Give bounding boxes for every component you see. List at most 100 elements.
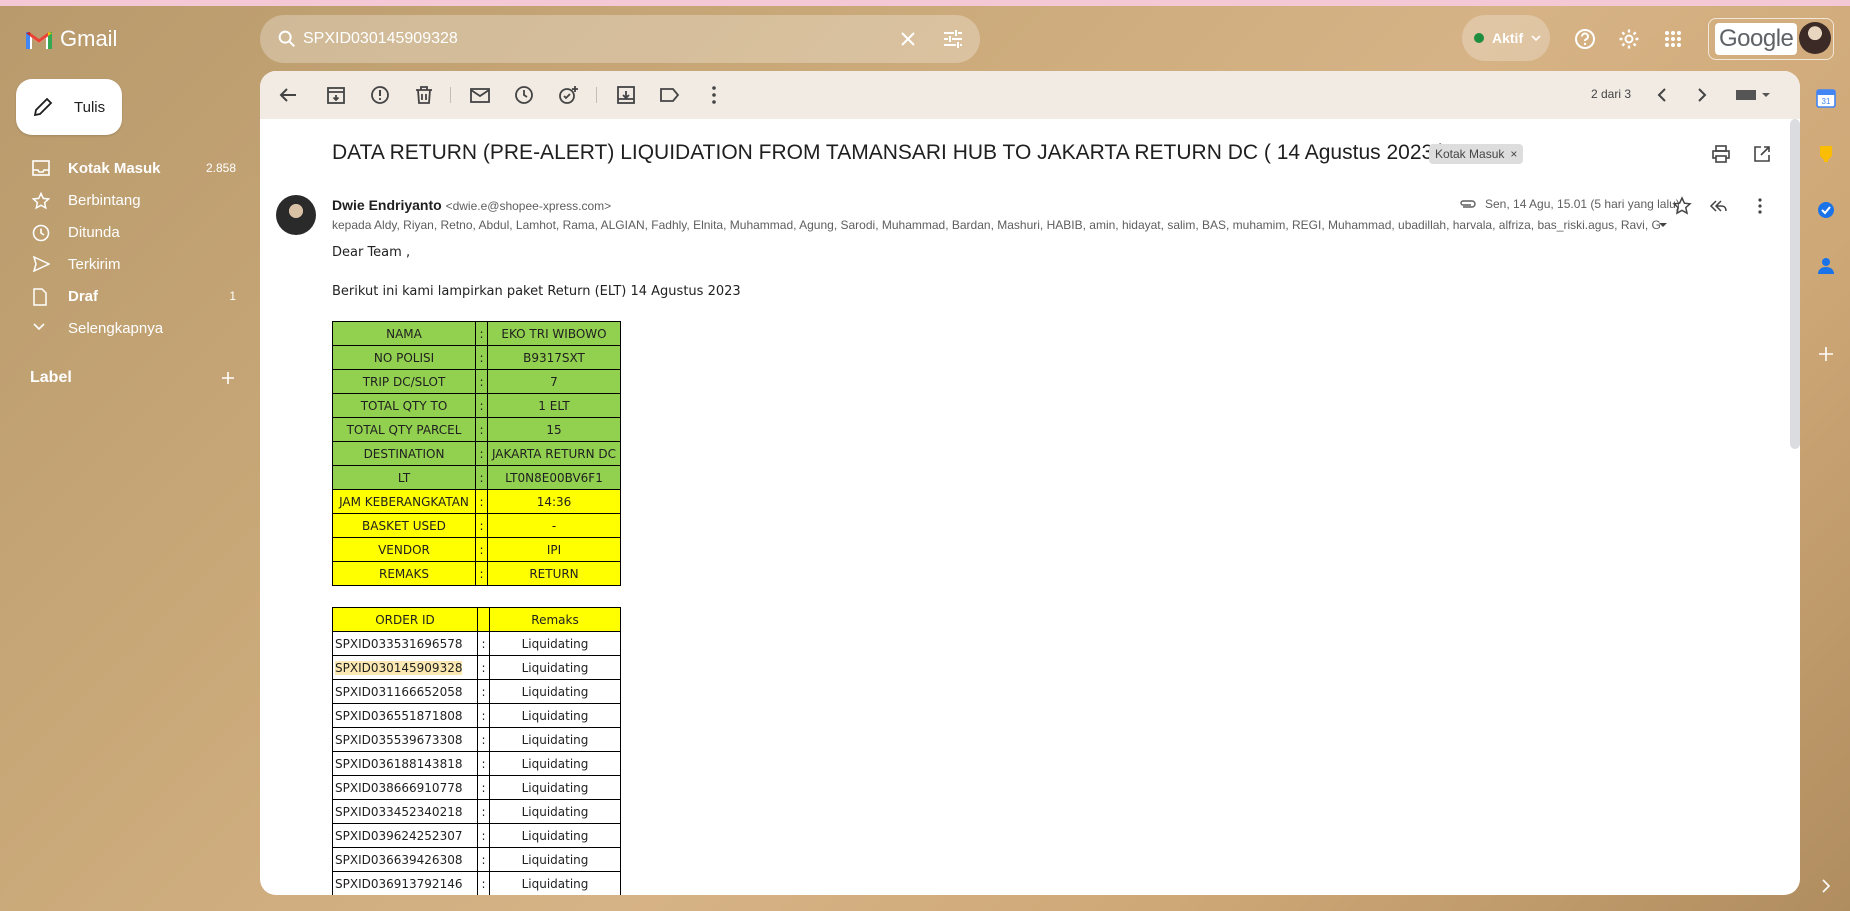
gmail-logo[interactable]: Gmail [26, 26, 117, 52]
move-to-icon[interactable] [614, 83, 638, 107]
info-key: NAMA [332, 321, 476, 346]
sidebar-item-label: Selengkapnya [68, 319, 164, 337]
add-task-icon[interactable] [556, 83, 580, 107]
print-icon[interactable] [1711, 144, 1731, 164]
add-addon-icon[interactable] [1816, 344, 1836, 364]
info-key: BASKET USED [332, 513, 476, 538]
order-id-header: ORDER ID [332, 607, 478, 632]
search-bar[interactable] [260, 15, 980, 63]
gear-icon[interactable] [1618, 28, 1640, 50]
contacts-icon[interactable] [1816, 256, 1836, 276]
chip-remove-icon[interactable]: × [1510, 147, 1517, 161]
avatar[interactable] [1799, 22, 1831, 54]
filter-options-icon[interactable] [942, 29, 964, 49]
show-details-icon[interactable] [1658, 220, 1668, 230]
separator-cell: : [477, 679, 490, 704]
separator-cell: : [475, 465, 488, 490]
calendar-day: 31 [1822, 97, 1831, 106]
more-vert-icon[interactable] [702, 83, 726, 107]
star-icon[interactable] [1672, 196, 1692, 216]
info-value: 15 [487, 417, 621, 442]
status-label: Aktif [1492, 30, 1524, 46]
order-id-text: SPXID038666910778 [335, 780, 463, 795]
info-key: NO POLISI [332, 345, 476, 370]
chevron-right-icon[interactable] [1816, 876, 1836, 896]
sidebar-item-snoozed[interactable]: Ditunda [0, 216, 250, 248]
compose-button[interactable]: Tulis [16, 79, 122, 135]
sender-email: <dwie.e@shopee-xpress.com> [445, 199, 612, 213]
message-panel: 2 dari 3 DATA RETURN (PRE-ALERT) LIQUIDA… [260, 71, 1800, 895]
sidebar-item-starred[interactable]: Berbintang [0, 184, 250, 216]
info-row: JAM KEBERANGKATAN:14:36 [332, 489, 621, 514]
trash-icon[interactable] [412, 83, 436, 107]
order-id-cell: SPXID036913792146 [332, 871, 478, 895]
keep-icon[interactable] [1816, 144, 1836, 164]
separator-cell: : [477, 703, 490, 728]
sidebar-item-more[interactable]: Selengkapnya [0, 312, 250, 344]
recipients-line: kepada Aldy, Riyan, Retno, Abdul, Lamhot… [332, 218, 1661, 232]
sidebar-item-inbox[interactable]: Kotak Masuk 2.858 [0, 152, 250, 184]
info-row: TOTAL QTY PARCEL:15 [332, 417, 621, 442]
info-value: B9317SXT [487, 345, 621, 370]
remarks-cell: Liquidating [489, 775, 621, 800]
calendar-icon[interactable]: 31 [1816, 88, 1836, 108]
back-arrow-icon[interactable] [276, 83, 300, 107]
chevron-left-icon[interactable] [1650, 83, 1674, 107]
archive-icon[interactable] [324, 83, 348, 107]
info-value: - [487, 513, 621, 538]
app-name: Gmail [60, 26, 118, 51]
pagination-label: 2 dari 3 [1591, 87, 1632, 101]
sender-name[interactable]: Dwie Endriyanto [332, 197, 442, 213]
sidebar-item-drafts[interactable]: Draf 1 [0, 280, 250, 312]
table-row: SPXID033452340218: Liquidating [332, 799, 621, 824]
search-icon[interactable] [276, 28, 298, 50]
info-value: JAKARTA RETURN DC [487, 441, 621, 466]
remarks-cell: Liquidating [489, 847, 621, 872]
apps-grid-icon[interactable] [1664, 30, 1682, 48]
order-id-cell: SPXID036639426308 [332, 847, 478, 872]
separator-cell: : [477, 655, 490, 680]
sidebar-item-label: Terkirim [68, 255, 121, 273]
table-row: SPXID030145909328: Liquidating [332, 655, 621, 680]
separator-cell: : [477, 631, 490, 656]
info-value: EKO TRI WIBOWO [487, 321, 621, 346]
table-row: SPXID033531696578: Liquidating [332, 631, 621, 656]
label-icon[interactable] [658, 83, 682, 107]
info-value: LT0N8E00BV6F1 [487, 465, 621, 490]
remarks-cell: Liquidating [489, 703, 621, 728]
info-row: NAMA: EKO TRI WIBOWO [332, 321, 621, 346]
mark-unread-icon[interactable] [468, 83, 492, 107]
sidebar-item-label: Kotak Masuk [68, 159, 161, 177]
help-icon[interactable] [1574, 28, 1596, 50]
info-row: DESTINATION: JAKARTA RETURN DC [332, 441, 621, 466]
order-id-text: SPXID036551871808 [335, 708, 463, 723]
report-spam-icon[interactable] [368, 83, 392, 107]
search-input[interactable] [303, 25, 883, 53]
close-icon[interactable] [898, 29, 918, 49]
more-vert-icon[interactable] [1750, 196, 1770, 216]
tasks-icon[interactable] [1816, 200, 1836, 220]
order-id-cell: SPXID033531696578 [332, 631, 478, 656]
open-new-window-icon[interactable] [1752, 144, 1772, 164]
separator-cell: : [475, 369, 488, 394]
remarks-cell: Liquidating [489, 871, 621, 895]
order-id-cell: SPXID031166652058 [332, 679, 478, 704]
table-row: SPXID035539673308: Liquidating [332, 727, 621, 752]
scrollbar[interactable] [1790, 119, 1800, 449]
table-row: SPXID036639426308: Liquidating [332, 847, 621, 872]
sidebar-item-sent[interactable]: Terkirim [0, 248, 250, 280]
table-row: SPXID031166652058: Liquidating [332, 679, 621, 704]
snooze-clock-icon[interactable] [512, 83, 536, 107]
reply-all-icon[interactable] [1708, 196, 1728, 216]
info-value: 1 ELT [487, 393, 621, 418]
attachment-icon [1460, 200, 1476, 208]
keyboard-input-icon[interactable] [1734, 83, 1772, 107]
sender-avatar[interactable] [276, 195, 316, 235]
status-button[interactable]: Aktif [1462, 15, 1550, 61]
chevron-right-icon[interactable] [1690, 83, 1714, 107]
inbox-label-chip[interactable]: Kotak Masuk × [1429, 144, 1524, 164]
toolbar-divider [596, 87, 597, 103]
order-id-text: SPXID036188143818 [335, 756, 463, 771]
separator-cell: : [475, 393, 488, 418]
add-label-icon[interactable] [220, 370, 236, 386]
